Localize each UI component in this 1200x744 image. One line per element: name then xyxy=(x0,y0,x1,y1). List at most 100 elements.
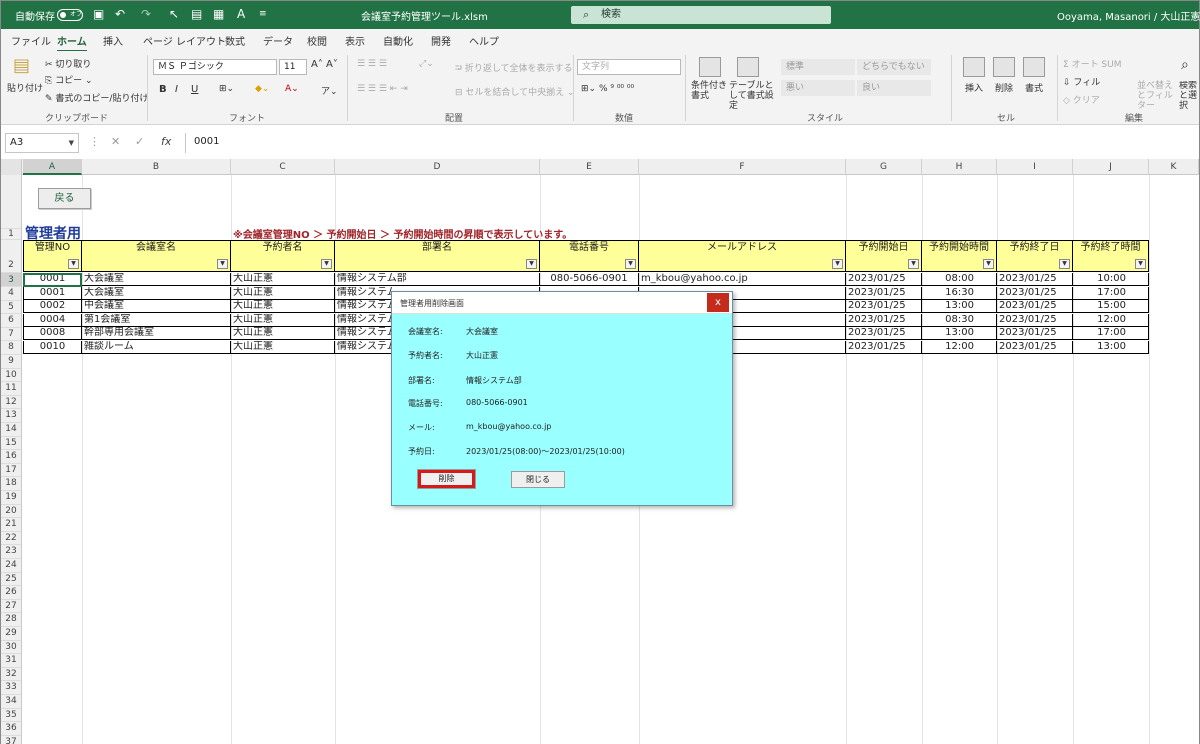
table-cell[interactable]: 大会議室 xyxy=(82,286,231,300)
table-cell[interactable]: 13:00 xyxy=(922,327,997,341)
filter-dropdown-icon[interactable]: ▼ xyxy=(68,259,79,269)
format-as-table-icon[interactable] xyxy=(737,57,759,77)
cut-button[interactable]: ✂ 切り取り xyxy=(45,57,91,70)
row-header[interactable]: 11 xyxy=(1,382,22,396)
row-header[interactable]: 33 xyxy=(1,681,22,695)
row-header[interactable]: 24 xyxy=(1,559,22,573)
table-cell[interactable]: 雑談ルーム xyxy=(82,341,231,354)
row-header[interactable]: 14 xyxy=(1,423,22,437)
paste-icon[interactable]: ▤ xyxy=(13,55,30,76)
row-header[interactable]: 5 xyxy=(1,300,22,315)
filter-dropdown-icon[interactable]: ▼ xyxy=(625,259,636,269)
row-header[interactable]: 37 xyxy=(1,735,22,744)
table-cell[interactable]: 15:00 xyxy=(1073,300,1149,314)
number-format-icons[interactable]: ⊞⌄ % ⁹ ⁰⁰ ⁰⁰ xyxy=(581,84,634,94)
back-button[interactable]: 戻る xyxy=(38,188,91,209)
fill-button[interactable]: ⇩ フィル xyxy=(1063,75,1100,88)
insert-cells-icon[interactable] xyxy=(963,57,985,77)
table-cell[interactable]: m_kbou@yahoo.co.jp xyxy=(639,273,846,286)
number-format-select[interactable]: 文字列 xyxy=(577,59,681,75)
filter-dropdown-icon[interactable]: ▼ xyxy=(983,259,994,269)
conditional-format-button[interactable]: 条件付き書式 xyxy=(691,81,731,101)
table-cell[interactable]: 2023/01/25 xyxy=(846,313,922,327)
column-header[interactable]: F xyxy=(639,159,846,175)
formula-input[interactable]: 0001 xyxy=(185,133,1195,153)
row-header[interactable]: 35 xyxy=(1,708,22,723)
row-header[interactable]: 9 xyxy=(1,355,22,369)
filter-dropdown-icon[interactable]: ▼ xyxy=(217,259,228,269)
table-cell[interactable]: 大山正憲 xyxy=(231,300,335,314)
close-button[interactable]: 閉じる xyxy=(511,471,565,488)
format-cells-icon[interactable] xyxy=(1023,57,1045,77)
column-header[interactable]: A xyxy=(23,159,82,175)
tab-automate[interactable]: 自動化 xyxy=(383,33,413,48)
row-header[interactable]: 15 xyxy=(1,436,22,451)
form-icon[interactable]: ▤ xyxy=(191,7,202,21)
table-cell[interactable]: 情報システム部 xyxy=(335,273,540,286)
table-cell[interactable]: 13:00 xyxy=(1073,341,1149,354)
row-header[interactable]: 22 xyxy=(1,531,22,546)
table-cell[interactable]: 080-5066-0901 xyxy=(540,273,639,286)
row-header[interactable]: 17 xyxy=(1,463,22,478)
column-header[interactable]: B xyxy=(82,159,231,175)
style-bad[interactable]: 悪い xyxy=(781,80,855,96)
delete-cells-icon[interactable] xyxy=(993,57,1015,77)
table-cell[interactable]: 0010 xyxy=(23,341,82,354)
font-color-icon[interactable]: A xyxy=(237,7,245,21)
row-header[interactable]: 7 xyxy=(1,327,22,342)
column-header[interactable]: H xyxy=(922,159,997,175)
filter-dropdown-icon[interactable]: ▼ xyxy=(1059,259,1070,269)
table-cell[interactable]: 大会議室 xyxy=(82,273,231,286)
row-header[interactable]: 28 xyxy=(1,613,22,627)
tab-formulas[interactable]: 数式 xyxy=(225,33,245,48)
filter-dropdown-icon[interactable]: ▼ xyxy=(908,259,919,269)
table-cell[interactable]: 0004 xyxy=(23,313,82,327)
file-name[interactable]: 会議室予約管理ツール.xlsm xyxy=(361,8,488,23)
row-header[interactable]: 20 xyxy=(1,504,22,519)
table-cell[interactable]: 2023/01/25 xyxy=(846,327,922,341)
row-header[interactable]: 23 xyxy=(1,545,22,559)
sort-filter-button[interactable]: 並べ替えとフィルター xyxy=(1137,81,1173,111)
column-header[interactable]: J xyxy=(1073,159,1149,175)
format-as-table-button[interactable]: テーブルとして書式設定 xyxy=(729,81,779,111)
font-grow-button[interactable]: A˄ A˅ xyxy=(311,59,338,70)
row-header[interactable]: 10 xyxy=(1,368,22,383)
search-box[interactable]: ⌕ 検索 xyxy=(571,6,831,24)
column-header[interactable]: E xyxy=(540,159,639,175)
row-header[interactable]: 6 xyxy=(1,314,22,328)
format-painter-button[interactable]: ✎ 書式のコピー/貼り付け xyxy=(45,91,148,104)
table-cell[interactable]: 2023/01/25 xyxy=(846,341,922,354)
select-all-corner[interactable] xyxy=(1,159,22,175)
row-header[interactable]: 4 xyxy=(1,287,22,301)
save-icon[interactable]: ▣ xyxy=(93,7,104,21)
clear-button[interactable]: ◇ クリア xyxy=(1063,93,1100,106)
filter-dropdown-icon[interactable]: ▼ xyxy=(526,259,537,269)
align-top-icons[interactable]: ☰ ☰ ☰ xyxy=(357,59,387,69)
insert-cells-button[interactable]: 挿入 xyxy=(965,81,983,94)
table-cell[interactable]: 2023/01/25 xyxy=(997,286,1073,300)
tab-developer[interactable]: 開発 xyxy=(431,33,451,48)
redo-icon[interactable]: ↷ xyxy=(141,7,151,21)
phonetic-button[interactable]: ア⌄ xyxy=(321,84,338,97)
row-header[interactable]: 30 xyxy=(1,640,22,655)
row-header[interactable]: 26 xyxy=(1,586,22,600)
wrap-text-button[interactable]: ⮒ 折り返して全体を表示する xyxy=(455,61,573,77)
merge-center-button[interactable]: ⊟ セルを結合して中央揃え ⌄ xyxy=(455,85,575,98)
column-header[interactable]: D xyxy=(335,159,540,175)
conditional-format-icon[interactable] xyxy=(699,57,721,77)
tab-file[interactable]: ファイル xyxy=(11,33,51,48)
row-header[interactable]: 3 xyxy=(1,273,22,287)
tab-review[interactable]: 校閲 xyxy=(307,33,327,48)
row-header[interactable]: 36 xyxy=(1,722,22,736)
table-cell[interactable]: 08:00 xyxy=(922,273,997,286)
bold-button[interactable]: B xyxy=(159,84,167,95)
italic-button[interactable]: I xyxy=(175,84,178,95)
table-cell[interactable]: 大山正憲 xyxy=(231,341,335,354)
table-cell[interactable]: 2023/01/25 xyxy=(997,327,1073,341)
delete-cells-button[interactable]: 削除 xyxy=(995,81,1013,94)
table-cell[interactable]: 2023/01/25 xyxy=(997,273,1073,286)
table-cell[interactable]: 10:00 xyxy=(1073,273,1149,286)
function-icon[interactable]: fx xyxy=(161,135,171,148)
customize-icon[interactable]: ≡ xyxy=(259,7,267,21)
tab-page-layout[interactable]: ページ レイアウト xyxy=(143,33,226,48)
